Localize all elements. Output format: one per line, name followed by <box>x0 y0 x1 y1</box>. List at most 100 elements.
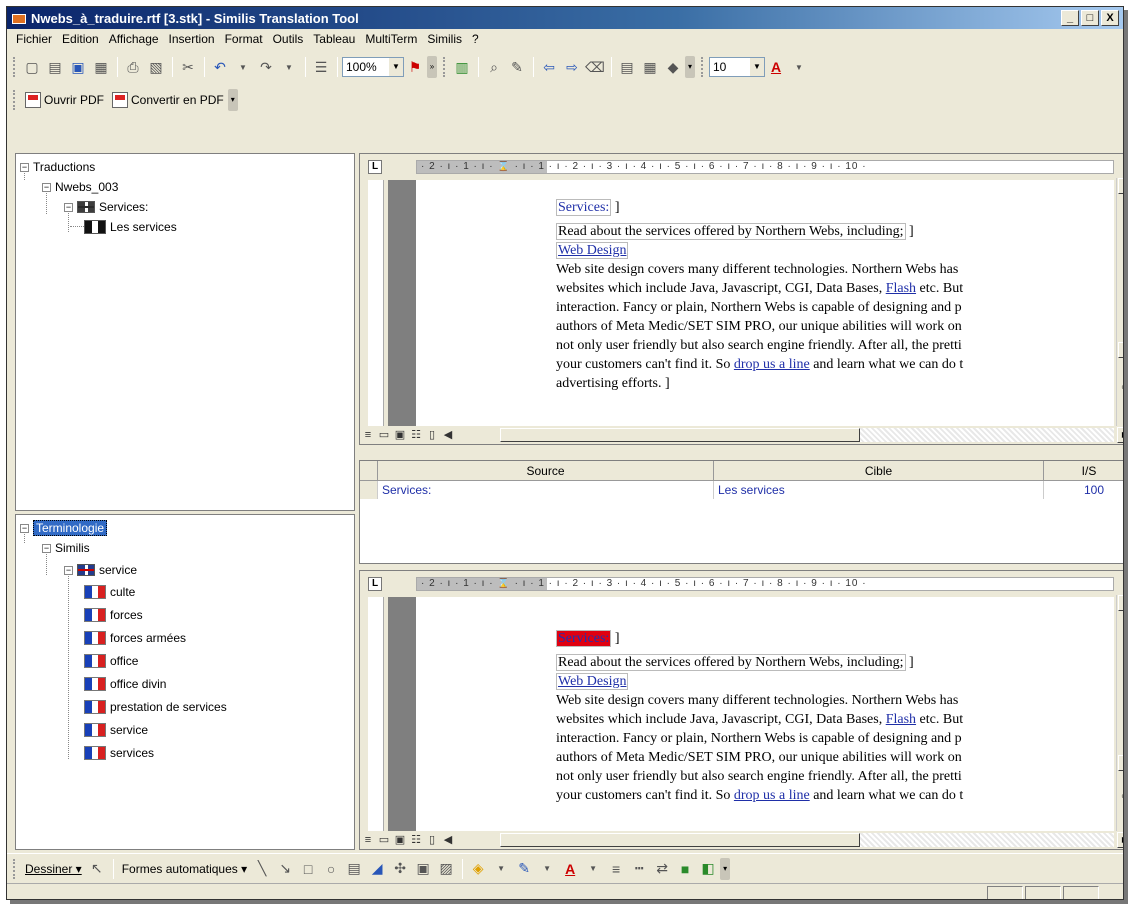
menu-tableau[interactable]: Tableau <box>308 32 360 46</box>
scroll-right-icon[interactable]: ▶ <box>1117 427 1123 443</box>
collapse-icon[interactable]: − <box>42 182 51 192</box>
line-color-icon[interactable]: ✎ <box>513 858 535 880</box>
convert-pdf-button[interactable]: Convertir en PDF <box>108 89 228 111</box>
maximize-button[interactable]: □ <box>1081 10 1099 26</box>
page-view-icon[interactable]: ▣ <box>392 427 408 443</box>
print-preview-icon[interactable]: ▧ <box>145 56 167 78</box>
title-bar[interactable]: Nwebs_à_traduire.rtf [3.stk] - Similis T… <box>7 7 1123 29</box>
print-icon[interactable]: ⎙ <box>122 56 144 78</box>
menu-outils[interactable]: Outils <box>268 32 309 46</box>
select-pointer-icon[interactable]: ↖ <box>86 858 108 880</box>
undo-dropdown-icon[interactable]: ▼ <box>232 56 254 78</box>
term-translation[interactable]: services <box>84 744 154 762</box>
arrow-right-icon[interactable]: ⇨ <box>561 56 583 78</box>
picture-icon[interactable]: ▨ <box>435 858 457 880</box>
zoom-combo[interactable]: 100% ▼ <box>342 57 404 77</box>
draw-menu-button[interactable]: Dessiner ▾ <box>21 862 86 876</box>
arrow-icon[interactable]: ↘ <box>274 858 296 880</box>
next-page-icon[interactable]: ⇟ <box>1121 400 1123 411</box>
open-pdf-button[interactable]: Ouvrir PDF <box>21 89 108 111</box>
tree-node-translations[interactable]: − Traductions <box>20 158 95 176</box>
tree-node-terminology[interactable]: − Terminologie <box>20 519 108 537</box>
undo-icon[interactable]: ↶ <box>209 56 231 78</box>
tab-stop-button[interactable]: L <box>368 160 382 174</box>
fill-dropdown-icon[interactable]: ▼ <box>490 858 512 880</box>
clipart-icon[interactable]: ▣ <box>412 858 434 880</box>
scroll-down-icon[interactable]: ▼ <box>1118 755 1123 771</box>
horizontal-scroll-thumb[interactable] <box>500 428 860 442</box>
close-button[interactable]: X <box>1101 10 1119 26</box>
term-translation[interactable]: office <box>84 652 138 670</box>
horizontal-ruler[interactable]: L · 2 · ı · 1 · ı · ⌛ · ı · 1 · ı · 2 · … <box>360 154 1123 178</box>
collapse-icon[interactable]: − <box>20 523 29 533</box>
reading-view-icon[interactable]: ▯ <box>424 427 440 443</box>
terminology-tree[interactable]: − Terminologie − Similis − service culte… <box>15 514 355 850</box>
drop-us-a-line-link[interactable]: drop us a line <box>734 788 810 803</box>
normal-view-icon[interactable]: ≡ <box>360 427 376 443</box>
oval-icon[interactable]: ○ <box>320 858 342 880</box>
web-view-icon[interactable]: ▭ <box>376 427 392 443</box>
browse-object-icon[interactable]: ○ <box>1121 791 1123 802</box>
term-translation[interactable]: forces armées <box>84 629 186 647</box>
toolbar-grip[interactable] <box>13 57 17 77</box>
tab-stop-button[interactable]: L <box>368 577 382 591</box>
menu-similis[interactable]: Similis <box>422 32 467 46</box>
collapse-icon[interactable]: − <box>64 565 73 575</box>
column-source[interactable]: Source <box>378 461 714 480</box>
rect-icon[interactable]: □ <box>297 858 319 880</box>
scroll-down-icon[interactable]: ▼ <box>1118 342 1123 358</box>
term-translation[interactable]: office divin <box>84 675 166 693</box>
eraser-icon[interactable]: ⌫ <box>584 56 606 78</box>
flash-link[interactable]: Flash <box>886 281 916 296</box>
column-target[interactable]: Cible <box>714 461 1044 480</box>
tree-node-segment[interactable]: − Services: <box>64 198 148 216</box>
diamond-icon[interactable]: ◆ <box>662 56 684 78</box>
normal-view-icon[interactable]: ≡ <box>360 832 376 848</box>
horizontal-scrollbar[interactable]: ≡ ▭ ▣ ☷ ▯ ◀ ▶ <box>360 831 1123 849</box>
term-translation[interactable]: service <box>84 721 148 739</box>
menu-edition[interactable]: Edition <box>57 32 104 46</box>
arrow-style-icon[interactable]: ⇄ <box>651 858 673 880</box>
doc-heading-highlighted[interactable]: Services: <box>556 630 612 647</box>
menu-fichier[interactable]: Fichier <box>11 32 57 46</box>
arrow-left-icon[interactable]: ⇦ <box>538 56 560 78</box>
match-table[interactable]: Source Cible I/S Services: Les services … <box>359 460 1123 564</box>
redo-icon[interactable]: ↷ <box>255 56 277 78</box>
diagram-icon[interactable]: ✣ <box>389 858 411 880</box>
menu-insertion[interactable]: Insertion <box>164 32 220 46</box>
similis-flag-icon[interactable]: ⚑ <box>404 56 426 78</box>
chevron-down-icon[interactable]: ▼ <box>750 58 764 76</box>
font-color-dropdown-icon[interactable]: ▼ <box>582 858 604 880</box>
wordart-icon[interactable]: ◢ <box>366 858 388 880</box>
doc-intro[interactable]: Read about the services offered by North… <box>556 223 906 240</box>
redo-dropdown-icon[interactable]: ▼ <box>278 56 300 78</box>
menu-format[interactable]: Format <box>220 32 268 46</box>
scroll-right-icon[interactable]: ▶ <box>1117 832 1123 848</box>
flash-link[interactable]: Flash <box>886 712 916 727</box>
scroll-up-icon[interactable]: ▲ <box>1118 178 1123 194</box>
column-score[interactable]: I/S <box>1044 461 1123 480</box>
vertical-scrollbar[interactable]: ▲ ▼ ⇞ ○ ⇟ <box>1116 178 1123 428</box>
toolbar-more-icon[interactable]: ▾ <box>720 857 731 880</box>
font-color-icon[interactable]: A <box>559 858 581 880</box>
tree-node-similis[interactable]: − Similis <box>42 539 90 557</box>
search-icon[interactable]: ⌕ <box>483 56 505 78</box>
columns-icon[interactable]: ☰ <box>310 56 332 78</box>
font-size-combo[interactable]: 10 ▼ <box>709 57 765 77</box>
next-page-icon[interactable]: ⇟ <box>1121 807 1123 818</box>
target-document[interactable]: Services: ] Read about the services offe… <box>416 597 1114 831</box>
cut-icon[interactable]: ✂ <box>177 56 199 78</box>
table-row[interactable]: Services: Les services 100 <box>360 481 1123 499</box>
web-view-icon[interactable]: ▭ <box>376 832 392 848</box>
term-translation[interactable]: prestation de services <box>84 698 227 716</box>
line-icon[interactable]: ╲ <box>251 858 273 880</box>
list-icon[interactable]: ▦ <box>639 56 661 78</box>
toolbar-more-icon-2[interactable]: ▾ <box>685 56 695 78</box>
pen-icon[interactable]: ✎ <box>506 56 528 78</box>
collapse-icon[interactable]: − <box>64 202 73 212</box>
menu-multiterm[interactable]: MultiTerm <box>360 32 422 46</box>
new-icon[interactable]: ▢ <box>21 56 43 78</box>
font-color-icon[interactable]: A <box>765 56 787 78</box>
drop-us-a-line-link[interactable]: drop us a line <box>734 357 810 372</box>
prev-page-icon[interactable]: ⇞ <box>1121 364 1123 375</box>
